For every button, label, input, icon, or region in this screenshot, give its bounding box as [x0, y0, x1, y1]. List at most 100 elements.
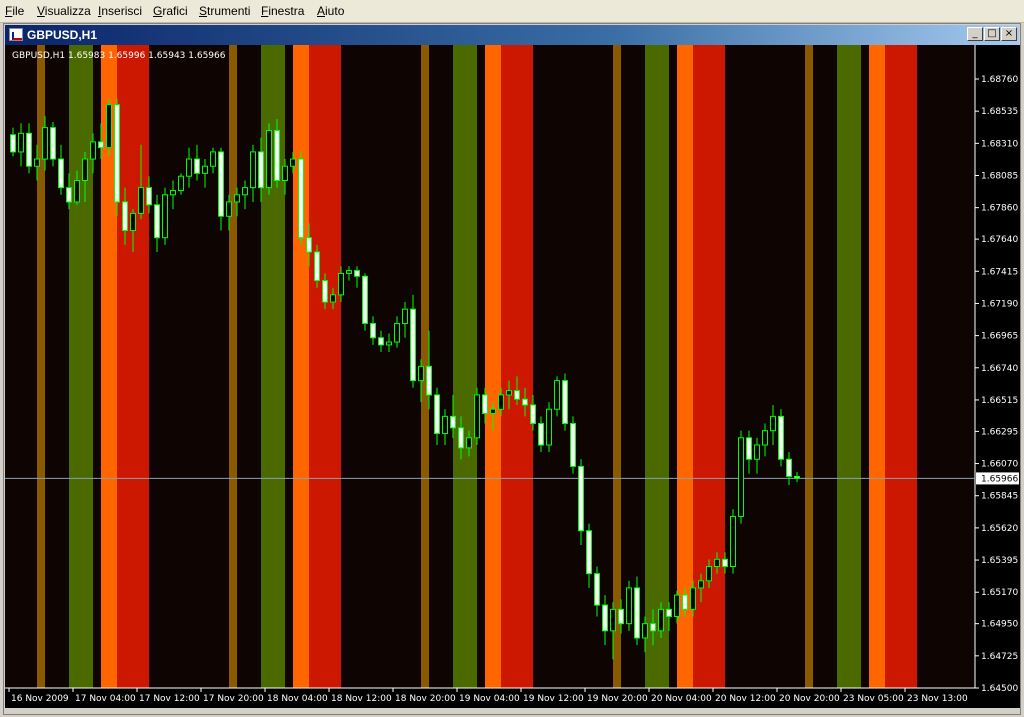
- session-band: [341, 45, 365, 688]
- candle-body: [490, 408, 496, 415]
- candle-body: [74, 180, 80, 203]
- candle-body: [50, 127, 56, 160]
- session-band: [965, 45, 975, 688]
- y-tick-label: 1.67415: [981, 267, 1018, 277]
- session-band: [453, 45, 477, 688]
- menu-aiuto[interactable]: Aiuto: [317, 4, 344, 18]
- y-tick-label: 1.66295: [981, 427, 1018, 437]
- candle-body: [570, 423, 576, 467]
- session-band: [613, 45, 621, 688]
- candle-body: [642, 623, 648, 639]
- chart-info-label: GBPUSD,H1 1.65983 1.65996 1.65943 1.6596…: [12, 51, 226, 61]
- chart-window-icon: [9, 28, 23, 41]
- candle-body: [354, 270, 360, 277]
- session-band: [805, 45, 813, 688]
- candle-body: [26, 132, 32, 167]
- x-tick-label: 17 Nov 12:00: [139, 694, 200, 704]
- candle-body: [90, 141, 96, 160]
- candle-body: [418, 365, 424, 382]
- candle-body: [530, 404, 536, 425]
- candle-body: [258, 151, 264, 189]
- candle-body: [242, 187, 248, 196]
- candle-body: [634, 587, 640, 639]
- menu-visualizza[interactable]: Visualizza: [37, 4, 91, 18]
- minimize-button[interactable]: _: [967, 27, 983, 41]
- session-band: [869, 45, 885, 688]
- candle-body: [162, 194, 168, 239]
- candle-body: [698, 580, 704, 589]
- candle-body: [706, 565, 712, 582]
- candle-body: [370, 322, 376, 339]
- candle-body: [666, 608, 672, 618]
- menu-finestra[interactable]: Finestra: [261, 4, 304, 18]
- candle-body: [178, 175, 184, 192]
- y-tick-label: 1.68310: [981, 139, 1018, 149]
- candle-body: [402, 308, 408, 324]
- candle-body: [722, 558, 728, 567]
- session-band: [813, 45, 837, 688]
- y-tick-label: 1.65845: [981, 492, 1018, 502]
- candle-body: [586, 530, 592, 575]
- session-band: [885, 45, 917, 688]
- candle-body: [778, 415, 784, 460]
- candle-body: [210, 151, 216, 167]
- y-tick-label: 1.65620: [981, 524, 1018, 534]
- candle-body: [746, 437, 752, 460]
- candle-body: [770, 415, 776, 432]
- candle-body: [602, 604, 608, 632]
- session-band: [861, 45, 869, 688]
- candle-body: [186, 158, 192, 177]
- window-title: GBPUSD,H1: [27, 28, 98, 42]
- session-band: [261, 45, 285, 688]
- menu-file[interactable]: File: [5, 4, 24, 18]
- x-tick-label: 23 Nov 05:00: [843, 694, 904, 704]
- x-tick-label: 17 Nov 04:00: [75, 694, 136, 704]
- candle-body: [298, 158, 304, 239]
- y-tick-label: 1.66515: [981, 396, 1018, 406]
- candle-body: [618, 608, 624, 625]
- candle-body: [386, 341, 392, 346]
- menu-strumenti[interactable]: Strumenti: [199, 4, 250, 18]
- candle-body: [146, 187, 152, 206]
- candle-body: [330, 294, 336, 303]
- candle-body: [98, 141, 104, 149]
- candle-body: [226, 201, 232, 217]
- candle-body: [554, 380, 560, 410]
- candle-body: [794, 475, 800, 479]
- candle-body: [378, 337, 384, 346]
- session-band: [117, 45, 149, 688]
- candle-body: [450, 415, 456, 429]
- y-tick-label: 1.66965: [981, 332, 1018, 342]
- session-band: [837, 45, 861, 688]
- candle-body: [234, 194, 240, 203]
- candle-body: [290, 158, 296, 167]
- candle-body: [130, 212, 136, 232]
- y-tick-label: 1.67190: [981, 299, 1018, 309]
- candle-body: [690, 587, 696, 610]
- candle-body: [410, 308, 416, 382]
- menu-grafici[interactable]: Grafici: [153, 4, 188, 18]
- y-tick-label: 1.68085: [981, 171, 1018, 181]
- x-tick-label: 18 Nov 20:00: [395, 694, 456, 704]
- session-band: [229, 45, 237, 688]
- session-band: [197, 45, 229, 688]
- x-tick-label: 18 Nov 12:00: [331, 694, 392, 704]
- price-chart[interactable]: 1.68760 1.68535 1.68310 1.68085 1.67860 1.676…: [5, 45, 1020, 708]
- candle-body: [762, 430, 768, 446]
- menu-inserisci[interactable]: Inserisci: [98, 4, 142, 18]
- candle-body: [426, 365, 432, 396]
- y-tick-label: 1.66070: [981, 460, 1018, 470]
- maximize-button[interactable]: □: [984, 27, 1000, 41]
- y-tick-label: 1.68535: [981, 107, 1018, 117]
- candle-body: [466, 437, 472, 449]
- session-band: [621, 45, 645, 688]
- x-tick-label: 16 Nov 2009: [11, 694, 69, 704]
- session-band: [477, 45, 485, 688]
- x-tick-label: 20 Nov 20:00: [779, 694, 840, 704]
- close-button[interactable]: ×: [1001, 27, 1017, 41]
- window-titlebar[interactable]: GBPUSD,H1 _ □ ×: [5, 25, 1019, 45]
- session-band: [485, 45, 501, 688]
- candle-body: [522, 398, 528, 406]
- y-tick-label: 1.65170: [981, 588, 1018, 598]
- candle-body: [138, 187, 144, 214]
